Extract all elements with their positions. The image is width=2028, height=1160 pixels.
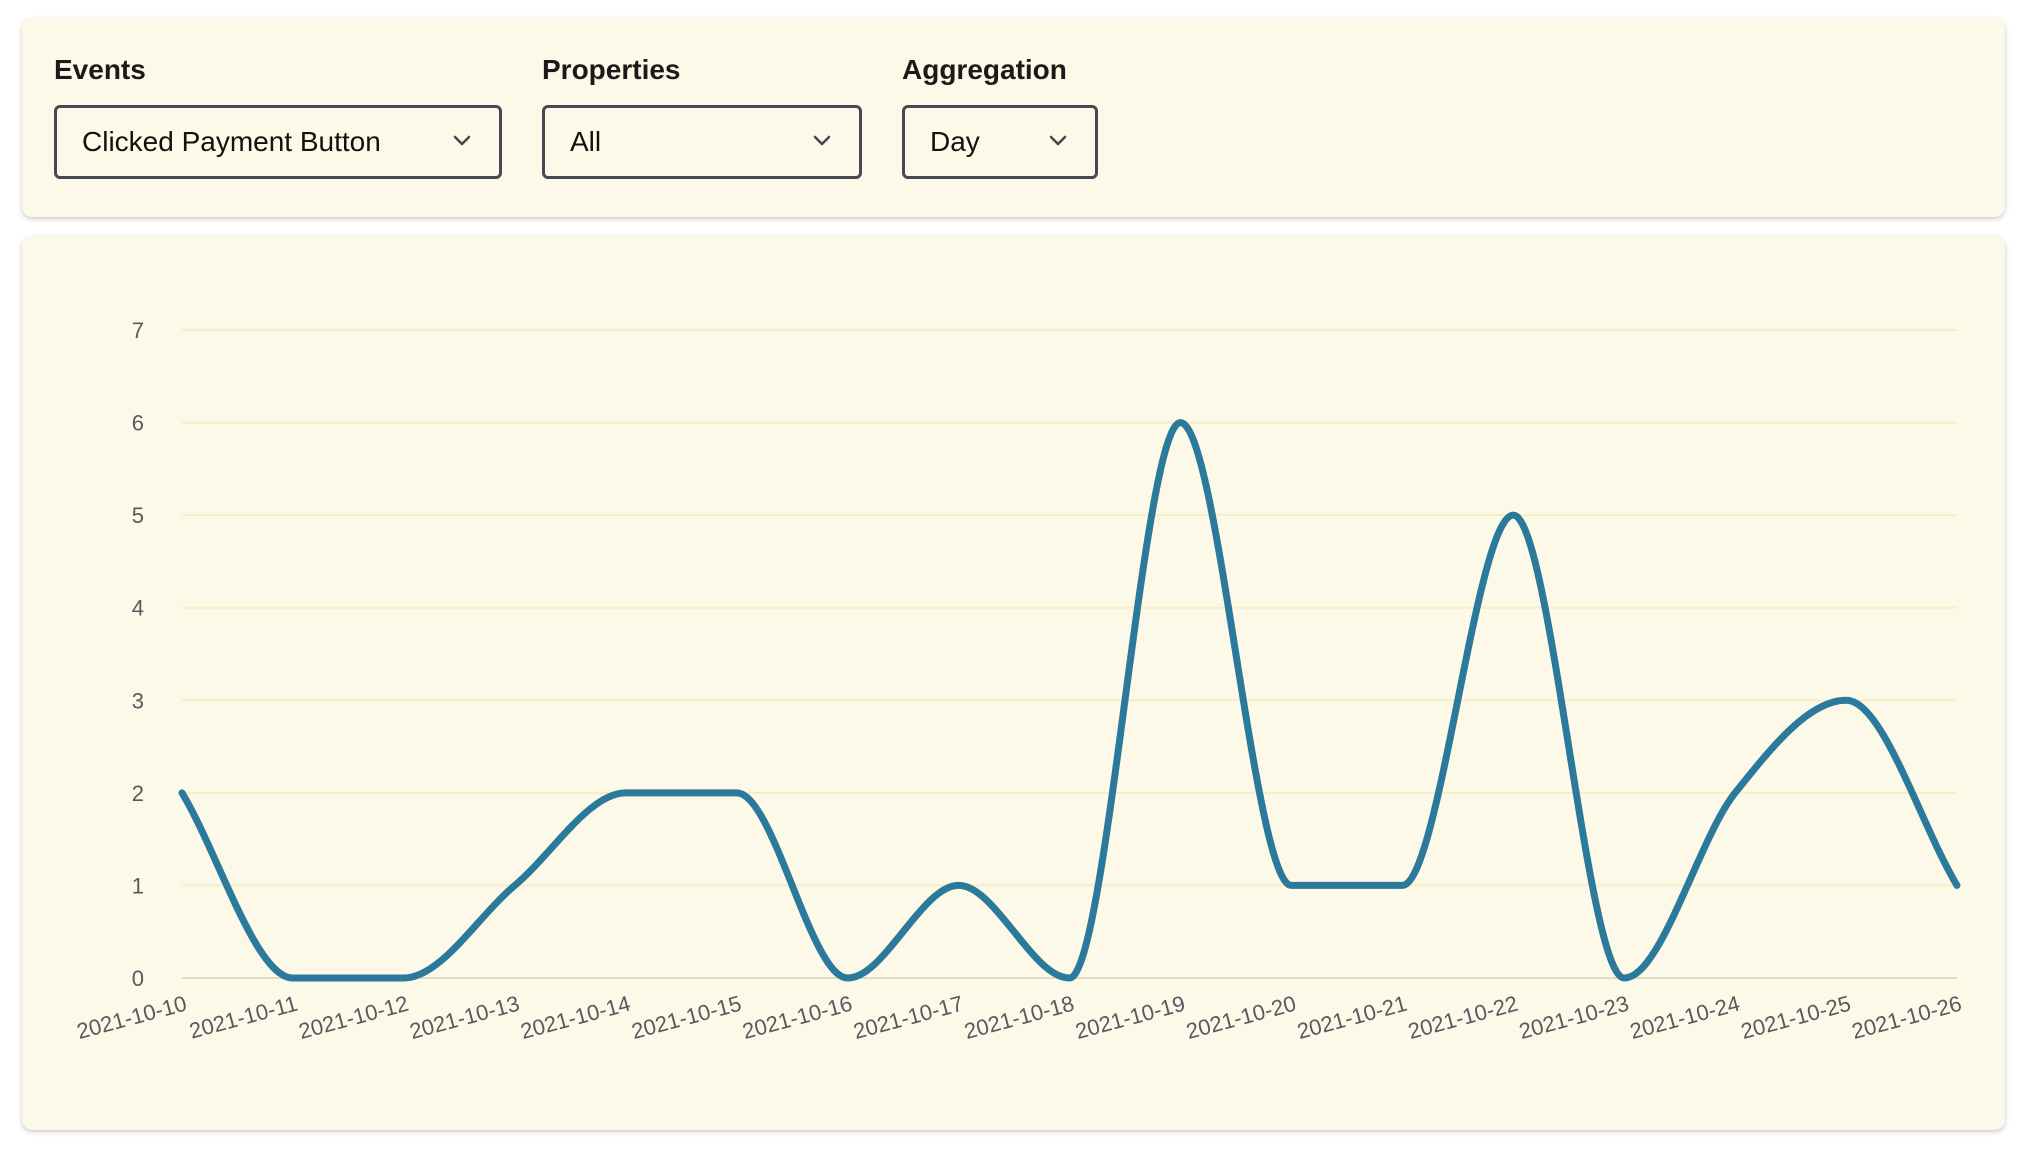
events-select-value: Clicked Payment Button bbox=[82, 126, 381, 157]
x-tick-label: 2021-10-13 bbox=[407, 991, 522, 1044]
x-tick-label: 2021-10-17 bbox=[851, 991, 966, 1044]
y-tick-label: 2 bbox=[132, 781, 144, 806]
x-axis: 2021-10-102021-10-112021-10-122021-10-13… bbox=[74, 991, 1964, 1044]
x-tick-label: 2021-10-25 bbox=[1738, 991, 1853, 1044]
x-tick-label: 2021-10-23 bbox=[1516, 991, 1631, 1044]
chevron-down-icon bbox=[1049, 135, 1067, 146]
x-tick-label: 2021-10-14 bbox=[518, 991, 633, 1044]
y-tick-label: 0 bbox=[132, 966, 144, 991]
y-tick-label: 6 bbox=[132, 411, 144, 436]
y-tick-label: 7 bbox=[132, 318, 144, 343]
x-tick-label: 2021-10-26 bbox=[1849, 991, 1964, 1044]
x-tick-label: 2021-10-11 bbox=[187, 991, 301, 1044]
chart-panel: 01234567 2021-10-10 2021-10-11 2021-10-12 2… bbox=[22, 236, 2005, 1130]
x-tick-label: 2021-10-19 bbox=[1073, 991, 1188, 1044]
x-tick-label: 2021-10-18 bbox=[962, 991, 1077, 1044]
properties-filter: Properties All bbox=[542, 52, 862, 179]
y-tick-label: 1 bbox=[132, 873, 144, 898]
events-label: Events bbox=[54, 54, 146, 85]
x-tick-label: 2021-10-20 bbox=[1183, 991, 1298, 1044]
x-tick-label: 2021-10-10 bbox=[74, 991, 189, 1044]
x-tick-label: 2021-10-22 bbox=[1405, 991, 1520, 1044]
y-tick-label: 4 bbox=[132, 596, 144, 621]
x-tick-label: 2021-10-24 bbox=[1627, 991, 1742, 1044]
events-select[interactable]: Clicked Payment Button bbox=[54, 105, 502, 179]
chevron-down-icon bbox=[453, 135, 471, 146]
events-filter: Events Clicked Payment Button bbox=[54, 52, 502, 179]
x-tick-label: 2021-10-12 bbox=[296, 991, 411, 1044]
y-tick-label: 5 bbox=[132, 503, 144, 528]
aggregation-filter: Aggregation Day bbox=[902, 52, 1098, 179]
x-tick-label: 2021-10-21 bbox=[1294, 991, 1409, 1044]
y-axis: 0 1 2 3 4 5 6 7 bbox=[132, 318, 144, 991]
filters-panel: Events Clicked Payment Button Properties… bbox=[22, 18, 2005, 217]
x-tick-label: 2021-10-16 bbox=[740, 991, 855, 1044]
properties-select-value: All bbox=[570, 126, 602, 157]
y-tick-label: 3 bbox=[132, 688, 144, 713]
aggregation-select[interactable]: Day bbox=[902, 105, 1098, 179]
properties-label: Properties bbox=[542, 54, 681, 85]
aggregation-label: Aggregation bbox=[902, 54, 1067, 85]
chevron-down-icon bbox=[813, 135, 831, 146]
properties-select[interactable]: All bbox=[542, 105, 862, 179]
line-chart: 01234567 2021-10-102021-10-112021-10-122… bbox=[74, 318, 1964, 1044]
aggregation-select-value: Day bbox=[930, 126, 980, 157]
x-tick-label: 2021-10-15 bbox=[629, 991, 744, 1044]
